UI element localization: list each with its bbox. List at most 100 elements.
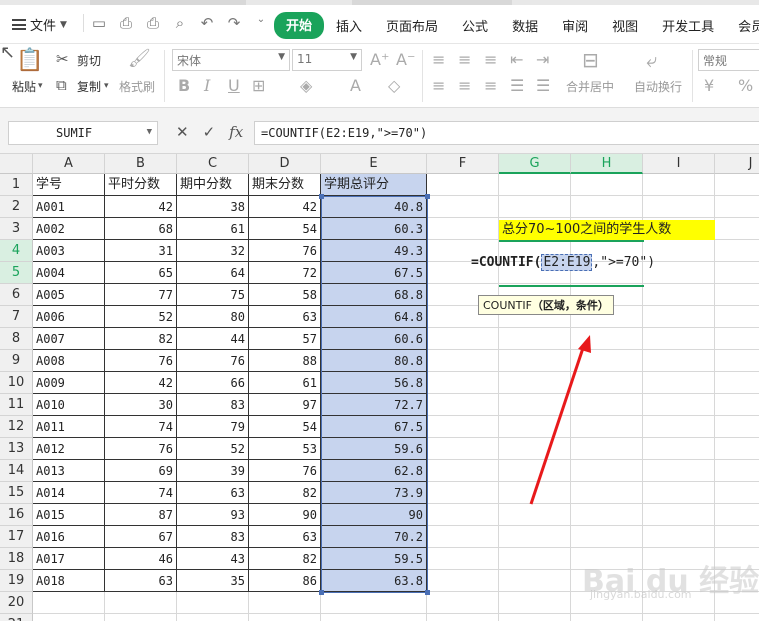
column-header-f[interactable]: F xyxy=(427,154,499,174)
table-cell[interactable]: 83 xyxy=(177,526,249,548)
print-icon[interactable]: ⎙ xyxy=(144,14,162,32)
table-cell[interactable]: 54 xyxy=(249,416,321,438)
italic-icon[interactable]: I xyxy=(204,76,210,95)
row-header-18[interactable]: 18 xyxy=(0,548,33,570)
empty-cell[interactable] xyxy=(427,592,499,614)
percent-button[interactable]: % xyxy=(738,76,753,95)
empty-cell[interactable] xyxy=(321,592,427,614)
table-cell[interactable]: 59.5 xyxy=(321,548,427,570)
table-cell[interactable]: 74 xyxy=(105,416,177,438)
tab-developer[interactable]: 开发工具 xyxy=(650,12,726,39)
tab-home[interactable]: 开始 xyxy=(274,12,325,39)
empty-cell[interactable] xyxy=(499,548,571,570)
font-color-icon[interactable]: A xyxy=(350,76,361,95)
print-preview-icon[interactable]: ⌕ xyxy=(171,14,189,32)
table-cell[interactable]: 74 xyxy=(105,482,177,504)
table-cell[interactable]: 66 xyxy=(177,372,249,394)
row-header-6[interactable]: 6 xyxy=(0,284,33,306)
row-header-15[interactable]: 15 xyxy=(0,482,33,504)
empty-cell[interactable] xyxy=(643,438,715,460)
empty-cell[interactable] xyxy=(249,614,321,621)
empty-cell[interactable] xyxy=(715,196,759,218)
empty-cell[interactable] xyxy=(715,306,759,328)
table-cell[interactable]: A016 xyxy=(33,526,105,548)
empty-cell[interactable] xyxy=(571,174,643,196)
empty-cell[interactable] xyxy=(715,350,759,372)
tab-review[interactable]: 审阅 xyxy=(550,12,600,39)
empty-cell[interactable] xyxy=(643,350,715,372)
table-cell[interactable]: 76 xyxy=(177,350,249,372)
spreadsheet-grid[interactable]: A B C D E F G H I J 1 2 3 4 5 6 7 8 9 10 11 12 13 14 15 16 17 18 19 2… xyxy=(0,154,759,621)
row-header-4[interactable]: 4 xyxy=(0,240,33,262)
empty-cell[interactable] xyxy=(643,482,715,504)
align-top-icon[interactable]: ≡ xyxy=(432,50,445,69)
table-cell[interactable]: 68 xyxy=(105,218,177,240)
table-cell[interactable]: 53 xyxy=(249,438,321,460)
table-cell[interactable]: 90 xyxy=(321,504,427,526)
table-cell[interactable]: 82 xyxy=(105,328,177,350)
empty-cell[interactable] xyxy=(715,416,759,438)
table-cell[interactable]: 82 xyxy=(249,548,321,570)
indent-decrease-icon[interactable]: ⇤ xyxy=(510,50,523,69)
table-header-cell[interactable]: 平时分数 xyxy=(105,174,177,196)
table-cell[interactable]: 76 xyxy=(249,240,321,262)
table-cell[interactable]: 67 xyxy=(105,526,177,548)
table-cell[interactable]: 79 xyxy=(177,416,249,438)
table-cell[interactable]: 63 xyxy=(105,570,177,592)
table-cell[interactable]: 42 xyxy=(105,196,177,218)
empty-cell[interactable] xyxy=(427,460,499,482)
chevron-down-icon[interactable]: ▾ xyxy=(38,81,43,91)
row-header-20[interactable]: 20 xyxy=(0,592,33,614)
tab-formulas[interactable]: 公式 xyxy=(450,12,500,39)
cut-button[interactable]: 剪切 xyxy=(77,52,101,69)
cancel-icon[interactable]: ✕ xyxy=(176,123,189,141)
empty-cell[interactable] xyxy=(643,394,715,416)
table-header-cell[interactable]: 期中分数 xyxy=(177,174,249,196)
column-header-b[interactable]: B xyxy=(105,154,177,174)
empty-cell[interactable] xyxy=(427,218,499,240)
table-cell[interactable]: 61 xyxy=(177,218,249,240)
empty-cell[interactable] xyxy=(715,284,759,306)
justify-icon[interactable]: ☰ xyxy=(510,76,524,95)
row-header-14[interactable]: 14 xyxy=(0,460,33,482)
empty-cell[interactable] xyxy=(499,570,571,592)
empty-cell[interactable] xyxy=(427,328,499,350)
fill-color-icon[interactable]: ◈ xyxy=(300,76,312,95)
row-header-13[interactable]: 13 xyxy=(0,438,33,460)
table-cell[interactable]: 72 xyxy=(249,262,321,284)
table-cell[interactable]: A013 xyxy=(33,460,105,482)
selection-handle[interactable] xyxy=(425,194,430,199)
row-header-8[interactable]: 8 xyxy=(0,328,33,350)
empty-cell[interactable] xyxy=(715,482,759,504)
empty-cell[interactable] xyxy=(643,526,715,548)
row-header-7[interactable]: 7 xyxy=(0,306,33,328)
empty-cell[interactable] xyxy=(499,526,571,548)
undo-icon[interactable]: ↶ xyxy=(198,14,216,32)
select-all-corner[interactable] xyxy=(0,154,33,174)
empty-cell[interactable] xyxy=(571,526,643,548)
table-cell[interactable]: 52 xyxy=(177,438,249,460)
table-cell[interactable]: 40.8 xyxy=(321,196,427,218)
table-cell[interactable]: 82 xyxy=(249,482,321,504)
empty-cell[interactable] xyxy=(427,394,499,416)
table-header-cell[interactable]: 期末分数 xyxy=(249,174,321,196)
font-grow-icon[interactable]: A⁺ xyxy=(370,50,389,69)
empty-cell[interactable] xyxy=(427,614,499,621)
column-header-i[interactable]: I xyxy=(643,154,715,174)
table-cell[interactable]: 88 xyxy=(249,350,321,372)
align-center-icon[interactable]: ≡ xyxy=(458,76,471,95)
empty-cell[interactable] xyxy=(571,614,643,621)
column-header-a[interactable]: A xyxy=(33,154,105,174)
empty-cell[interactable] xyxy=(715,218,759,240)
border-icon[interactable]: ⊞ xyxy=(252,76,265,95)
tab-data[interactable]: 数据 xyxy=(500,12,550,39)
align-middle-icon[interactable]: ≡ xyxy=(458,50,471,69)
wrap-text-button[interactable]: 自动换行 xyxy=(634,78,682,95)
table-cell[interactable]: 64 xyxy=(177,262,249,284)
table-cell[interactable]: 87 xyxy=(105,504,177,526)
table-cell[interactable]: 49.3 xyxy=(321,240,427,262)
underline-icon[interactable]: U xyxy=(228,76,240,95)
tab-insert[interactable]: 插入 xyxy=(324,12,374,39)
table-cell[interactable]: A003 xyxy=(33,240,105,262)
table-cell[interactable]: 60.6 xyxy=(321,328,427,350)
